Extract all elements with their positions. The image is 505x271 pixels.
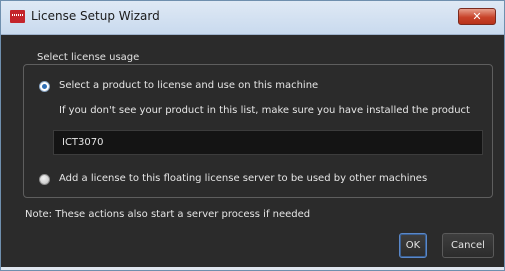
- dialog-content: Select license usage Select a product to…: [1, 35, 504, 270]
- product-hint: If you don't see your product in this li…: [59, 105, 470, 116]
- ok-button[interactable]: OK: [399, 233, 427, 258]
- close-button[interactable]: ✕: [458, 8, 496, 25]
- group-legend: Select license usage: [33, 52, 144, 63]
- title-bar[interactable]: License Setup Wizard ✕: [1, 1, 504, 35]
- product-option-label[interactable]: Select a product to license and use on t…: [59, 80, 318, 91]
- product-list-item[interactable]: ICT3070: [62, 137, 104, 148]
- note-text: Note: These actions also start a server …: [25, 209, 311, 220]
- cancel-button[interactable]: Cancel: [442, 233, 494, 258]
- window-bottom-border: [1, 267, 504, 270]
- product-list[interactable]: ICT3070: [53, 130, 483, 155]
- floating-radio[interactable]: [39, 174, 50, 185]
- close-icon: ✕: [472, 10, 482, 23]
- license-app-icon: [10, 10, 25, 23]
- floating-option-label[interactable]: Add a license to this floating license s…: [59, 173, 427, 184]
- window-title: License Setup Wizard: [31, 9, 160, 23]
- license-setup-window: License Setup Wizard ✕ Select license us…: [0, 0, 505, 271]
- product-radio[interactable]: [39, 81, 50, 92]
